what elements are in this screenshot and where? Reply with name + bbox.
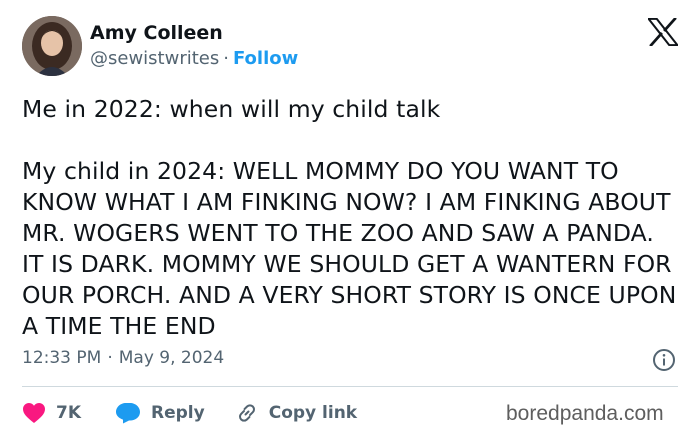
like-count: 7K bbox=[56, 403, 82, 423]
tweet-date: May 9, 2024 bbox=[118, 348, 225, 368]
x-logo-icon[interactable] bbox=[648, 18, 678, 46]
avatar[interactable] bbox=[22, 16, 82, 76]
action-bar: 7K Reply Copy link bbox=[22, 398, 357, 428]
handle-separator: · bbox=[223, 48, 229, 69]
author-handle[interactable]: @sewistwrites bbox=[90, 48, 219, 69]
author-name[interactable]: Amy Colleen bbox=[90, 22, 223, 44]
author-handle-row: @sewistwrites · Follow bbox=[90, 48, 298, 69]
reply-label: Reply bbox=[151, 403, 205, 423]
divider bbox=[22, 386, 678, 387]
copy-link-label: Copy link bbox=[268, 403, 358, 423]
follow-button[interactable]: Follow bbox=[233, 48, 298, 69]
watermark: boredpanda.com bbox=[506, 402, 664, 425]
info-icon[interactable] bbox=[652, 348, 676, 372]
copy-link-button[interactable]: Copy link bbox=[235, 401, 357, 425]
reply-button[interactable]: Reply bbox=[115, 402, 205, 424]
tweet-timestamp[interactable]: 12:33 PM · May 9, 2024 bbox=[22, 348, 224, 368]
tweet-card: Amy Colleen @sewistwrites · Follow Me in 2… bbox=[0, 0, 700, 440]
tweet-time: 12:33 PM bbox=[22, 348, 102, 368]
heart-icon bbox=[23, 403, 45, 423]
timestamp-separator: · bbox=[107, 348, 113, 368]
avatar-image bbox=[22, 16, 82, 76]
tweet-text: Me in 2022: when will my child talk My c… bbox=[22, 95, 677, 340]
link-icon bbox=[238, 404, 255, 422]
reply-bubble-icon bbox=[116, 403, 141, 424]
like-button[interactable]: 7K bbox=[22, 402, 81, 424]
